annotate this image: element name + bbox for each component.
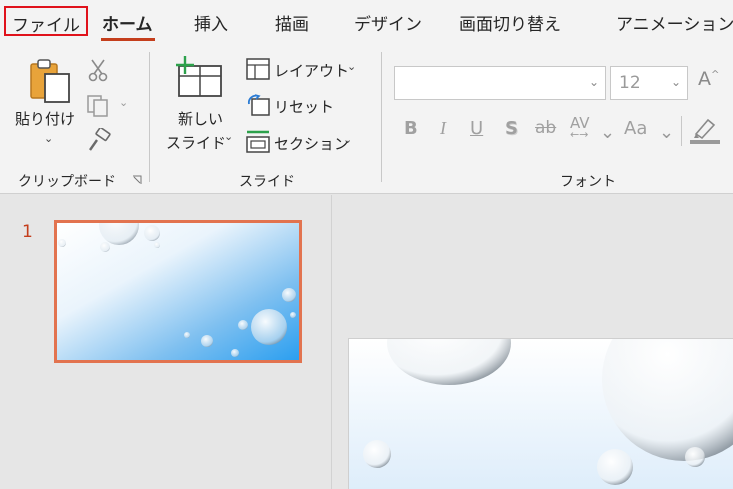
- new-slide-label-2[interactable]: スライド: [166, 132, 226, 153]
- new-slide-chevron-icon[interactable]: ⌄: [224, 130, 233, 143]
- bold-button[interactable]: B: [404, 118, 418, 139]
- cut-icon[interactable]: [88, 58, 108, 82]
- case-chevron-icon[interactable]: ⌄: [659, 122, 674, 143]
- layout-chevron-icon[interactable]: ⌄: [347, 60, 356, 73]
- ribbon-tabs: ファイル ホーム 挿入 描画 デザイン 画面切り替え アニメーション: [0, 0, 733, 44]
- reset-button-label[interactable]: リセット: [274, 96, 334, 117]
- slide-editing-canvas[interactable]: [348, 338, 733, 489]
- new-slide-label-1[interactable]: 新しい: [178, 108, 223, 129]
- font-name-combo[interactable]: ⌄: [394, 66, 606, 100]
- font-name-chevron-icon[interactable]: ⌄: [589, 75, 599, 89]
- font-size-combo[interactable]: 12 ⌄: [610, 66, 688, 100]
- italic-button[interactable]: I: [440, 118, 446, 139]
- ribbon: 貼り付け ⌄ ⌄ クリップボード 新しい スライド ⌄ レイアウト ⌄ リセット…: [0, 44, 733, 194]
- format-painter-icon[interactable]: [87, 128, 111, 152]
- thumbnail-water-drops-background: [57, 223, 299, 360]
- clipboard-group-label: クリップボード: [18, 174, 116, 190]
- section-button-label[interactable]: セクション: [274, 133, 349, 154]
- font-size-value: 12: [619, 73, 641, 93]
- spacing-arrows-icon: ←→: [570, 128, 589, 141]
- tab-draw[interactable]: 描画: [275, 10, 309, 35]
- grow-font-button[interactable]: A^: [698, 68, 719, 90]
- slide-water-drops-background: [349, 339, 733, 489]
- font-group-label: フォント: [560, 174, 616, 190]
- tab-design[interactable]: デザイン: [354, 10, 422, 35]
- layout-button-label[interactable]: レイアウト: [274, 60, 349, 81]
- font-size-chevron-icon[interactable]: ⌄: [671, 75, 681, 89]
- shadow-button[interactable]: S: [505, 118, 518, 139]
- group-separator: [149, 52, 150, 182]
- new-slide-icon[interactable]: [174, 54, 224, 100]
- slides-group-label: スライド: [239, 174, 295, 190]
- highlighter-icon[interactable]: [690, 116, 720, 144]
- section-chevron-icon[interactable]: ⌄: [343, 133, 352, 146]
- paste-button-label[interactable]: 貼り付け: [15, 108, 75, 129]
- font-inner-separator: [681, 116, 682, 146]
- active-tab-indicator: [101, 38, 155, 41]
- change-case-button[interactable]: Aa: [624, 118, 647, 139]
- clipboard-launcher-icon[interactable]: [132, 175, 142, 185]
- spacing-chevron-icon[interactable]: ⌄: [600, 122, 615, 143]
- section-icon[interactable]: [246, 130, 270, 154]
- copy-dropdown-chevron-icon[interactable]: ⌄: [119, 96, 128, 109]
- tab-insert[interactable]: 挿入: [194, 10, 228, 35]
- strikethrough-button[interactable]: ab: [535, 118, 556, 138]
- character-spacing-button[interactable]: AV ←→: [570, 114, 590, 141]
- paste-icon[interactable]: [28, 58, 72, 104]
- tab-animations[interactable]: アニメーション: [616, 10, 733, 35]
- tab-home[interactable]: ホーム: [102, 10, 153, 35]
- tab-transitions[interactable]: 画面切り替え: [459, 10, 561, 35]
- slide-thumbnail-selected[interactable]: [54, 220, 302, 363]
- paste-dropdown-chevron-icon[interactable]: ⌄: [44, 132, 53, 145]
- reset-icon[interactable]: [246, 94, 270, 116]
- layout-icon[interactable]: [246, 58, 270, 80]
- underline-button[interactable]: U: [470, 118, 483, 139]
- group-separator: [381, 52, 382, 182]
- copy-icon[interactable]: [86, 94, 112, 118]
- tab-file[interactable]: ファイル: [4, 6, 88, 36]
- slide-number: 1: [22, 222, 33, 242]
